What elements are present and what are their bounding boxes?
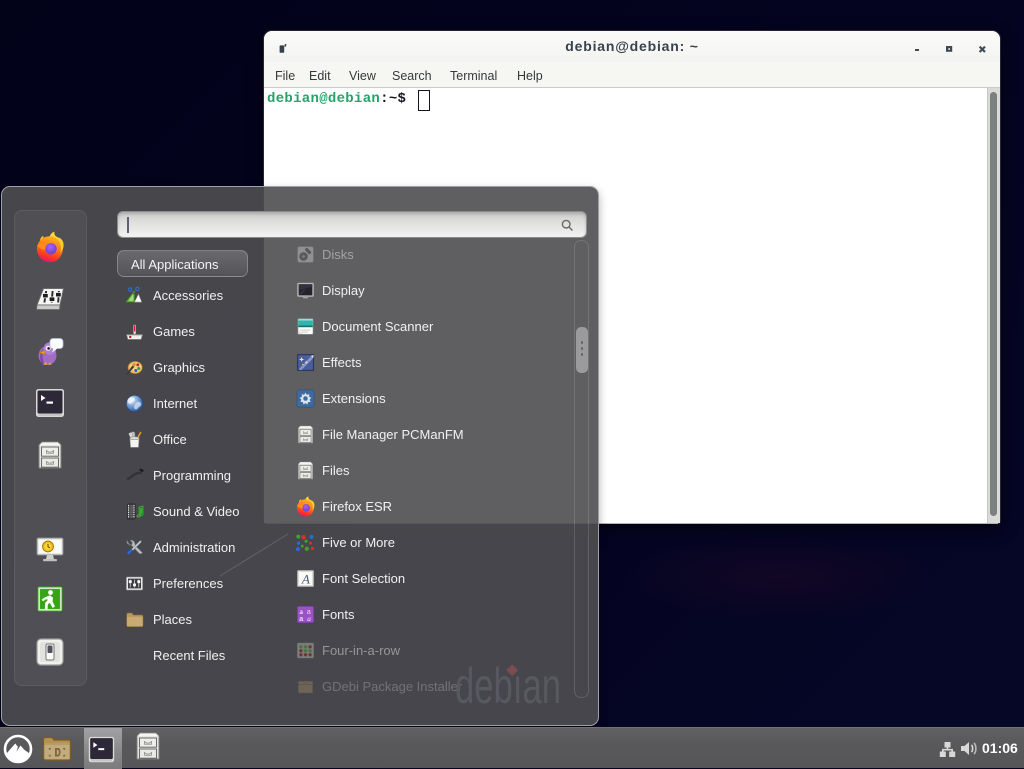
svg-text:debıan: debıan	[455, 658, 561, 714]
svg-text:a: a	[307, 615, 311, 623]
svg-text:A: A	[301, 571, 311, 586]
